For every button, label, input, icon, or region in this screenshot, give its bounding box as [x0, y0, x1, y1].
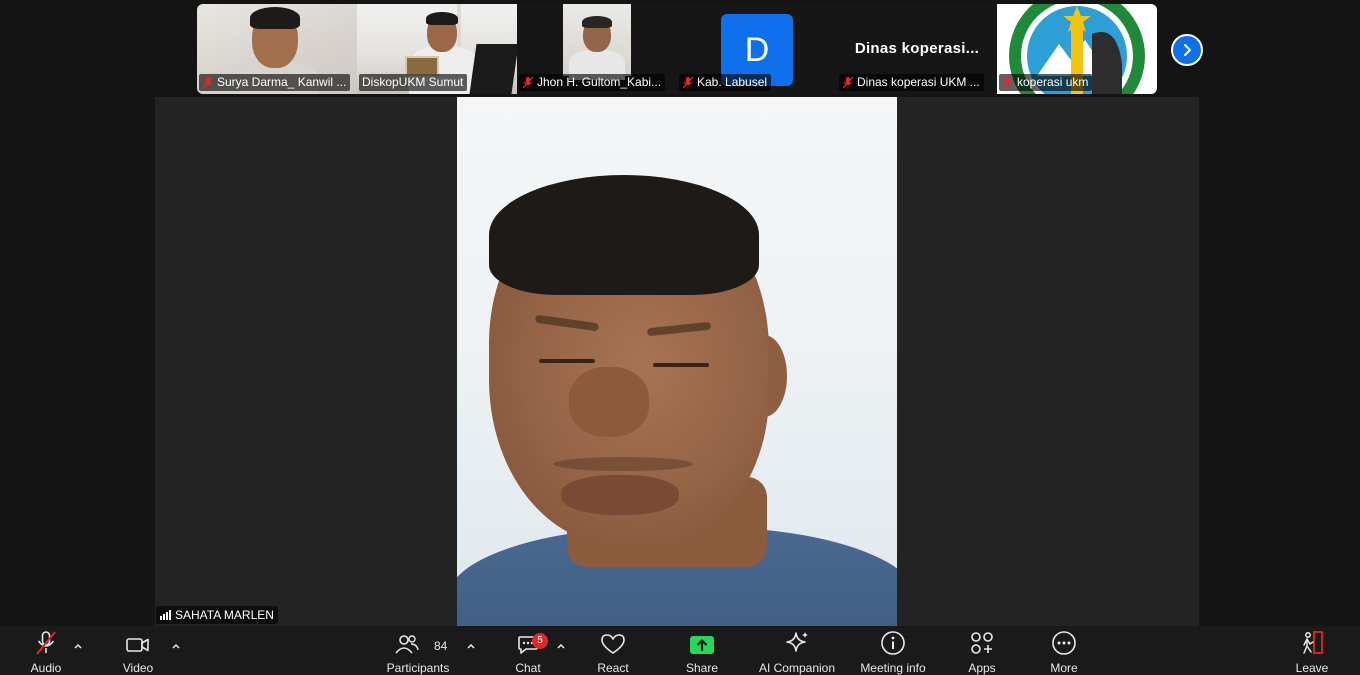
participant-tile[interactable]: Surya Darma_ Kanwil ...: [197, 4, 357, 94]
participant-name: koperasi ukm: [1017, 75, 1089, 89]
video-label: Video: [122, 661, 154, 675]
leave-label: Leave: [1295, 661, 1329, 675]
meeting-info-button[interactable]: Meeting info: [856, 626, 930, 675]
muted-mic-icon: [842, 76, 854, 89]
apps-button[interactable]: Apps: [962, 626, 1002, 675]
participant-name-label: koperasi ukm: [999, 74, 1093, 91]
participant-tile[interactable]: Jhon H. Gultom_Kabi...: [517, 4, 677, 94]
participant-name: Dinas koperasi UKM ...: [857, 75, 980, 89]
chat-unread-badge: 5: [532, 633, 548, 649]
muted-mic-icon: [682, 76, 694, 89]
more-button[interactable]: More: [1044, 626, 1084, 675]
react-button[interactable]: React: [592, 626, 634, 675]
apps-grid-icon: [971, 632, 993, 654]
leave-exit-icon: [1303, 631, 1323, 654]
ai-companion-button[interactable]: AI Companion: [756, 626, 838, 675]
chat-label: Chat: [515, 661, 541, 675]
participant-tile[interactable]: D Kab. Labusel: [677, 4, 837, 94]
participant-tile[interactable]: DiskopUKM Sumut: [357, 4, 517, 94]
participant-name-label: Jhon H. Gultom_Kabi...: [519, 74, 666, 91]
muted-mic-icon: [1002, 76, 1014, 89]
video-options-caret-icon[interactable]: [171, 642, 181, 650]
share-button[interactable]: Share: [682, 626, 722, 675]
participants-icon: [395, 635, 419, 654]
muted-microphone-icon: [36, 631, 56, 655]
muted-mic-icon: [202, 76, 214, 89]
chat-options-caret-icon[interactable]: [556, 642, 566, 650]
apps-label: Apps: [968, 661, 996, 675]
leave-button[interactable]: Leave: [1292, 626, 1332, 675]
participant-display-name: Dinas koperasi...: [854, 40, 980, 57]
signal-strength-icon: [160, 610, 171, 620]
active-speaker-name: SAHATA MARLEN: [175, 608, 274, 622]
participant-name-label: Kab. Labusel: [679, 74, 772, 91]
participant-name-label: Surya Darma_ Kanwil ...: [199, 74, 351, 91]
heart-icon: [601, 634, 625, 654]
share-screen-icon: [690, 636, 714, 654]
participant-name-label: DiskopUKM Sumut: [359, 74, 468, 91]
participants-label: Participants: [386, 661, 450, 675]
zoom-meeting-window: Surya Darma_ Kanwil ... DiskopUKM Sumut: [0, 0, 1360, 675]
participants-options-caret-icon[interactable]: [466, 642, 476, 650]
audio-options-caret-icon[interactable]: [73, 642, 83, 650]
participant-tile[interactable]: Dinas koperasi... Dinas koperasi UKM ...: [837, 4, 997, 94]
participant-name: Jhon H. Gultom_Kabi...: [537, 75, 662, 89]
participants-count: 84: [434, 639, 448, 653]
participant-name-label: Dinas koperasi UKM ...: [839, 74, 984, 91]
audio-button[interactable]: Audio: [26, 626, 66, 675]
participant-video: [563, 4, 631, 80]
share-label: Share: [685, 661, 719, 675]
react-label: React: [597, 661, 629, 675]
participant-name: DiskopUKM Sumut: [362, 75, 464, 89]
meeting-toolbar: Audio Video Participants 84 Chat 5 React…: [0, 626, 1360, 675]
more-label: More: [1050, 661, 1078, 675]
ai-companion-label: AI Companion: [758, 661, 836, 675]
meeting-info-label: Meeting info: [860, 661, 926, 675]
participant-strip: Surya Darma_ Kanwil ... DiskopUKM Sumut: [197, 4, 1157, 94]
audio-label: Audio: [30, 661, 62, 675]
info-icon: [881, 631, 905, 655]
participant-name: Surya Darma_ Kanwil ...: [217, 75, 347, 89]
ai-sparkle-icon: [786, 632, 808, 652]
next-page-button[interactable]: [1171, 34, 1203, 66]
video-button[interactable]: Video: [118, 626, 158, 675]
participant-tile[interactable]: koperasi ukm: [997, 4, 1157, 94]
chevron-right-icon: [1184, 44, 1191, 56]
active-speaker-label: SAHATA MARLEN: [156, 606, 278, 624]
muted-mic-icon: [522, 76, 534, 89]
more-ellipsis-icon: [1052, 631, 1076, 655]
active-speaker-area: SAHATA MARLEN: [155, 97, 1199, 626]
video-camera-icon: [126, 638, 149, 652]
participant-name: Kab. Labusel: [697, 75, 768, 89]
active-speaker-video: [457, 97, 897, 626]
